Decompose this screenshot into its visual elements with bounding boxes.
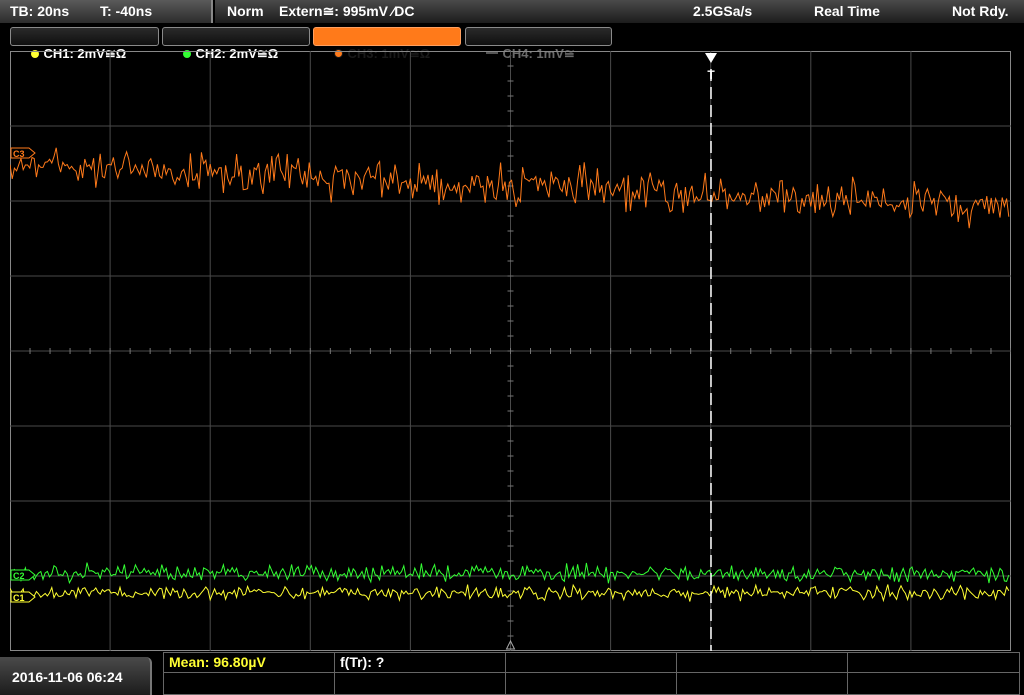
ch1-trace	[10, 583, 1010, 603]
date-panel[interactable]: 2016-11-06 06:24	[0, 657, 152, 695]
ch1-offset-marker-label: C1	[13, 593, 25, 603]
trigger-marker-label: T	[707, 68, 715, 82]
tab-ch1[interactable]: CH1: 2mV≅Ω	[10, 27, 159, 61]
tab-ch4[interactable]: CH4: 1mV≅	[465, 27, 612, 61]
meas-divider	[505, 653, 506, 694]
trigger-time-readout[interactable]: T: -40ns	[100, 3, 152, 19]
ch3-offset-marker[interactable]: C3	[10, 147, 36, 159]
meas-divider	[164, 672, 1019, 673]
measurement-table[interactable]: Mean: 96.80µV f(Tr): ?	[163, 652, 1020, 695]
meas-divider	[676, 653, 677, 694]
graticule	[10, 51, 1011, 651]
freq-measurement[interactable]: f(Tr): ?	[340, 654, 384, 672]
waveform-display[interactable]: T C3 C2 C1	[10, 51, 1011, 651]
timebase-readout[interactable]: TB: 20ns	[10, 3, 69, 19]
acquisition-mode[interactable]: Real Time	[814, 3, 880, 19]
tab-ch3[interactable]: CH3: 1mV≅Ω	[313, 27, 461, 61]
bottom-bar: 2016-11-06 06:24 Mean: 96.80µV f(Tr): ?	[0, 651, 1024, 695]
ch1-offset-marker[interactable]: C1	[10, 591, 36, 603]
trigger-source[interactable]: Extern≅: 995mV ⁄DC	[279, 3, 414, 20]
channel-bar: CH1: 2mV≅Ω CH2: 2mV≅Ω CH3: 1mV≅Ω CH4: 1m…	[0, 23, 1024, 61]
mean-measurement[interactable]: Mean: 96.80µV	[169, 654, 266, 672]
acquisition-state: Not Rdy.	[952, 3, 1009, 19]
sample-rate[interactable]: 2.5GSa/s	[693, 3, 752, 19]
ch2-offset-marker-label: C2	[13, 571, 25, 581]
tab-ch2[interactable]: CH2: 2mV≅Ω	[162, 27, 310, 61]
status-bar-left: TB: 20ns T: -40ns	[0, 0, 213, 23]
meas-divider	[847, 653, 848, 694]
status-bar-right: Norm Extern≅: 995mV ⁄DC 2.5GSa/s Real Ti…	[215, 0, 1024, 23]
trigger-mode[interactable]: Norm	[227, 3, 264, 19]
timestamp: 2016-11-06 06:24	[12, 669, 123, 685]
ch3-offset-marker-label: C3	[13, 149, 25, 159]
ch2-trace	[10, 562, 1010, 585]
meas-divider	[334, 653, 335, 694]
trigger-arrow-icon[interactable]	[705, 53, 717, 63]
ch2-offset-marker[interactable]: C2	[10, 569, 36, 581]
